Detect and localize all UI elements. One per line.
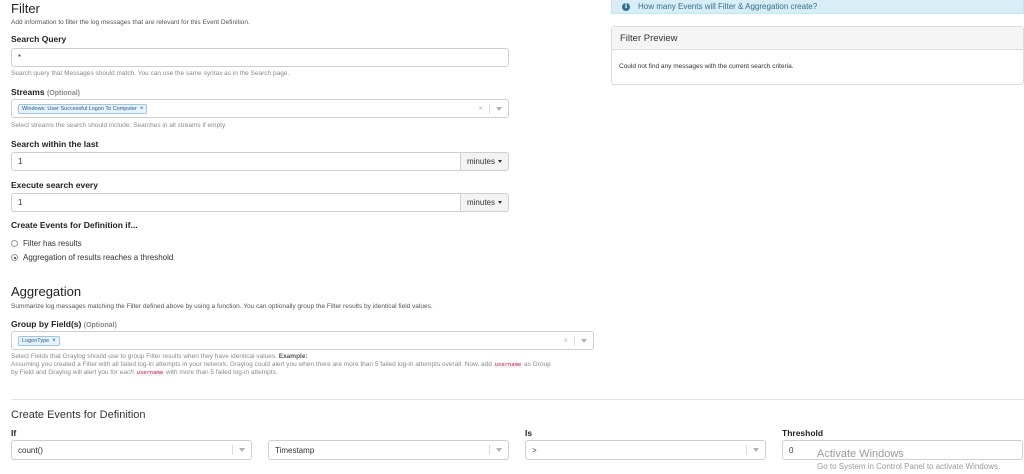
chevron-down-icon[interactable] <box>581 338 587 343</box>
help-text: Select Fields that Graylog should use to… <box>11 353 277 360</box>
clear-icon[interactable]: × <box>563 336 568 345</box>
streams-label: Streams (Optional) <box>11 87 80 97</box>
if-function-value: count() <box>18 445 43 455</box>
if-label: If <box>11 428 17 438</box>
filter-title: Filter <box>11 1 40 16</box>
select-separator <box>232 445 233 455</box>
caret-down-icon <box>498 160 502 163</box>
select-separator <box>746 445 747 455</box>
search-query-input[interactable]: * <box>11 48 509 67</box>
select-separator <box>489 103 490 114</box>
if-function-controls <box>232 445 245 455</box>
search-query-label: Search Query <box>11 34 67 44</box>
create-events-def-title: Create Events for Definition <box>11 409 146 421</box>
streams-label-text: Streams <box>11 87 45 97</box>
group-by-select[interactable]: LogonType × × <box>11 331 594 350</box>
help-text: by Field and Graylog will alert you <box>11 369 109 376</box>
search-within-value: 1 <box>18 157 23 166</box>
help-emphasis: for each <box>110 369 134 376</box>
group-by-help: Select Fields that Graylog should use to… <box>11 353 601 377</box>
activate-windows-subtitle: Go to System in Control Panel to activat… <box>817 462 1001 471</box>
threshold-value: 0 <box>789 445 794 455</box>
if-function-select[interactable]: count() <box>11 440 252 460</box>
select-separator <box>489 445 490 455</box>
caret-down-icon <box>498 201 502 204</box>
radio-aggregation-threshold[interactable]: Aggregation of results reaches a thresho… <box>11 253 173 262</box>
select-separator <box>574 335 575 346</box>
aggregation-title: Aggregation <box>11 284 82 299</box>
search-query-value: * <box>18 53 22 62</box>
chevron-down-icon[interactable] <box>496 448 502 452</box>
help-text: as Group <box>524 361 551 368</box>
execute-every-value: 1 <box>18 198 23 207</box>
chip-remove-icon[interactable]: × <box>52 338 56 344</box>
streams-select-controls: × <box>478 103 502 114</box>
search-within-input[interactable]: 1 <box>11 152 461 171</box>
stream-chip: Windows: User Successful Logon To Comput… <box>18 103 148 114</box>
filter-preview-panel: Filter Preview Could not find any messag… <box>611 26 1024 85</box>
filter-intro: Add information to filter the log messag… <box>11 19 250 26</box>
aggregation-intro: Summarize log messages matching the Filt… <box>11 303 433 310</box>
chip-remove-icon[interactable]: × <box>140 106 144 112</box>
chevron-down-icon[interactable] <box>239 448 245 452</box>
is-label: Is <box>525 428 533 438</box>
help-example-label: Example: <box>278 353 308 360</box>
group-by-help-line2: Assuming you created a Filter with all f… <box>11 361 601 369</box>
search-within-label: Search within the last <box>11 139 99 149</box>
radio-button[interactable] <box>11 240 18 247</box>
chevron-down-icon[interactable] <box>753 448 759 452</box>
streams-optional: (Optional) <box>46 90 80 97</box>
execute-every-unit: minutes <box>466 198 495 207</box>
help-code-username: username <box>493 362 523 368</box>
radio-label: Filter has results <box>23 239 82 248</box>
threshold-label: Threshold <box>782 428 824 438</box>
execute-every-input[interactable]: 1 <box>11 193 461 212</box>
is-operator-select[interactable]: > <box>525 440 766 460</box>
group-by-help-line3: by Field and Graylog will alert you for … <box>11 369 601 377</box>
group-by-optional: (Optional) <box>83 322 117 329</box>
is-operator-controls <box>746 445 759 455</box>
streams-help: Select streams the search should include… <box>11 122 227 129</box>
search-within-unit-dropdown[interactable]: minutes <box>460 152 509 171</box>
filter-preview-body: Could not find any messages with the cur… <box>619 63 794 70</box>
execute-every-unit-dropdown[interactable]: minutes <box>460 193 509 212</box>
radio-button-selected[interactable] <box>11 254 18 261</box>
execute-every-label: Execute search every <box>11 180 98 190</box>
group-by-help-line1: Select Fields that Graylog should use to… <box>11 353 601 361</box>
group-by-label: Group by Field(s) (Optional) <box>11 319 117 329</box>
search-within-unit: minutes <box>466 157 495 166</box>
if-field-value: Timestamp <box>275 445 315 455</box>
create-events-if-label: Create Events for Definition if... <box>11 220 138 230</box>
section-divider <box>11 399 1024 400</box>
is-operator-value: > <box>532 445 537 455</box>
help-text: Assuming you created a Filter with all f… <box>11 361 492 368</box>
group-by-select-controls: × <box>563 335 587 346</box>
radio-filter-has-results[interactable]: Filter has results <box>11 239 82 248</box>
if-field-controls <box>489 445 502 455</box>
stream-chip-label: Windows: User Successful Logon To Comput… <box>22 105 137 112</box>
help-text: with more than 5 failed log-in attempts. <box>165 369 278 376</box>
events-info-alert: i How many Events will Filter & Aggregat… <box>611 0 1024 14</box>
streams-select[interactable]: Windows: User Successful Logon To Comput… <box>11 99 509 118</box>
activate-windows-title: Activate Windows <box>817 448 904 460</box>
chevron-down-icon[interactable] <box>496 106 502 111</box>
group-by-chip-label: LogonType <box>22 337 50 344</box>
help-code-username: username <box>135 370 165 376</box>
if-field-select[interactable]: Timestamp <box>268 440 509 460</box>
filter-preview-heading: Filter Preview <box>612 27 1023 50</box>
radio-label: Aggregation of results reaches a thresho… <box>23 253 174 262</box>
info-icon: i <box>622 2 630 11</box>
clear-icon[interactable]: × <box>478 104 483 113</box>
group-by-label-text: Group by Field(s) <box>11 319 82 329</box>
group-by-chip: LogonType × <box>18 335 60 346</box>
search-query-help: Search query that Messages should match.… <box>11 70 290 77</box>
events-info-text: How many Events will Filter & Aggregatio… <box>638 2 818 11</box>
